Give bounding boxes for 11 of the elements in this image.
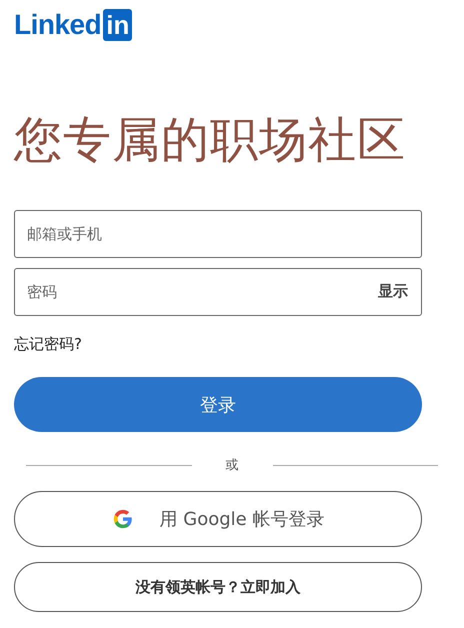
join-button[interactable]: 没有领英帐号？立即加入 [14,562,422,612]
google-sign-in-button[interactable]: 用 Google 帐号登录 [14,491,422,547]
divider-text: 或 [224,457,240,474]
show-password-button[interactable]: 显示 [378,282,408,301]
forgot-password-link[interactable]: 忘记密码? [14,335,82,354]
logo-text: Linked [14,9,102,41]
email-field[interactable]: 邮箱或手机 [14,210,422,258]
logo-badge: in [103,9,132,41]
page-heading: 您专属的职场社区 [14,111,407,170]
sign-in-button[interactable]: 登录 [14,377,422,432]
google-g-icon [112,508,134,530]
